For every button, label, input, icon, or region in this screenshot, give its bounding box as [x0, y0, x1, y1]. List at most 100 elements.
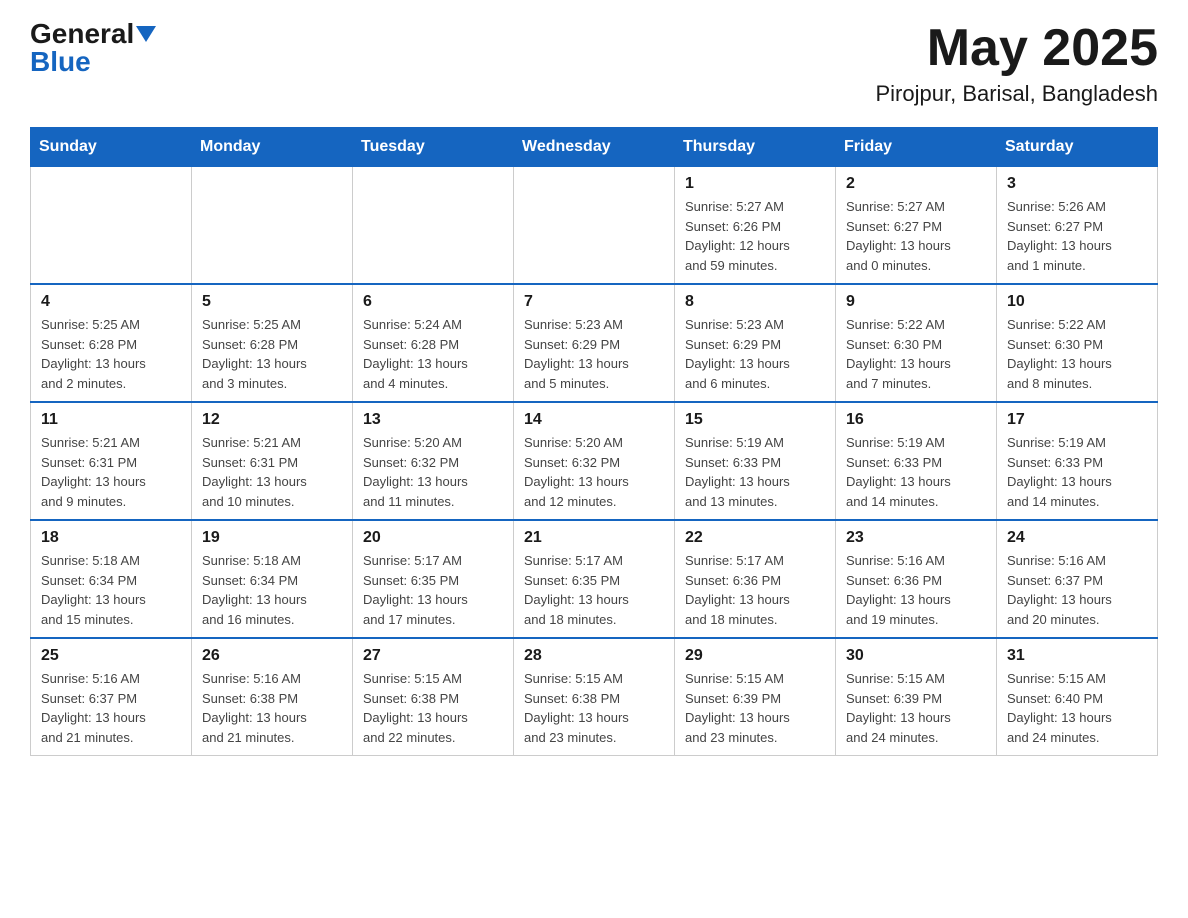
- day-info: Sunrise: 5:16 AM Sunset: 6:37 PM Dayligh…: [1007, 551, 1147, 629]
- day-number: 24: [1007, 529, 1147, 547]
- calendar-cell: 12Sunrise: 5:21 AM Sunset: 6:31 PM Dayli…: [192, 402, 353, 520]
- calendar-cell: [353, 167, 514, 285]
- day-info: Sunrise: 5:16 AM Sunset: 6:36 PM Dayligh…: [846, 551, 986, 629]
- col-friday: Friday: [836, 128, 997, 167]
- day-number: 3: [1007, 175, 1147, 193]
- calendar-cell: 10 Sunrise: 5:22 AM Sunset: 6:30 PM Dayli…: [997, 284, 1158, 402]
- day-number: 14: [524, 411, 664, 429]
- page-header: General Blue May 2025 Pirojpur, Barisal,…: [30, 20, 1158, 107]
- day-info: Sunrise: 5:20 AM Sunset: 6:32 PM Dayligh…: [524, 433, 664, 511]
- logo-general-text: General: [30, 20, 134, 48]
- day-info: Sunrise: 5:19 AM Sunset: 6:33 PM Dayligh…: [685, 433, 825, 511]
- day-number: 30: [846, 647, 986, 665]
- day-info: Sunrise: 5:17 AM Sunset: 6:36 PM Dayligh…: [685, 551, 825, 629]
- day-number: 29: [685, 647, 825, 665]
- day-info: Sunrise: 5:15 AM Sunset: 6:39 PM Dayligh…: [685, 669, 825, 747]
- calendar-cell: 3 Sunrise: 5:26 AM Sunset: 6:27 PM Daylig…: [997, 167, 1158, 285]
- day-info: Sunrise: 5:27 AM Sunset: 6:27 PM Dayligh…: [846, 197, 986, 275]
- calendar-cell: 17 Sunrise: 5:19 AM Sunset: 6:33 PM Dayli…: [997, 402, 1158, 520]
- col-sunday: Sunday: [31, 128, 192, 167]
- calendar-cell: 27Sunrise: 5:15 AM Sunset: 6:38 PM Dayli…: [353, 638, 514, 756]
- calendar-cell: [192, 167, 353, 285]
- col-wednesday: Wednesday: [514, 128, 675, 167]
- calendar-cell: 18 Sunrise: 5:18 AM Sunset: 6:34 PM Dayli…: [31, 520, 192, 638]
- day-info: Sunrise: 5:19 AM Sunset: 6:33 PM Dayligh…: [846, 433, 986, 511]
- day-info: Sunrise: 5:19 AM Sunset: 6:33 PM Dayligh…: [1007, 433, 1147, 511]
- calendar-cell: 5 Sunrise: 5:25 AM Sunset: 6:28 PM Daylig…: [192, 284, 353, 402]
- calendar-cell: 8 Sunrise: 5:23 AM Sunset: 6:29 PM Daylig…: [675, 284, 836, 402]
- day-info: Sunrise: 5:24 AM Sunset: 6:28 PM Dayligh…: [363, 315, 503, 393]
- day-number: 1: [685, 175, 825, 193]
- calendar-week-row: 11 Sunrise: 5:21 AM Sunset: 6:31 PM Dayli…: [31, 402, 1158, 520]
- calendar-cell: 1 Sunrise: 5:27 AM Sunset: 6:26 PM Daylig…: [675, 167, 836, 285]
- day-number: 8: [685, 293, 825, 311]
- day-number: 22: [685, 529, 825, 547]
- day-number: 27: [363, 647, 503, 665]
- logo-blue-text: Blue: [30, 46, 91, 77]
- calendar-cell: 14 Sunrise: 5:20 AM Sunset: 6:32 PM Dayli…: [514, 402, 675, 520]
- day-number: 18: [41, 529, 181, 547]
- calendar-cell: 13 Sunrise: 5:20 AM Sunset: 6:32 PM Dayli…: [353, 402, 514, 520]
- calendar-cell: [31, 167, 192, 285]
- day-number: 28: [524, 647, 664, 665]
- day-number: 16: [846, 411, 986, 429]
- calendar-cell: 19Sunrise: 5:18 AM Sunset: 6:34 PM Dayli…: [192, 520, 353, 638]
- calendar-cell: 26Sunrise: 5:16 AM Sunset: 6:38 PM Dayli…: [192, 638, 353, 756]
- day-number: 2: [846, 175, 986, 193]
- day-info: Sunrise: 5:18 AM Sunset: 6:34 PM Dayligh…: [202, 551, 342, 629]
- day-info: Sunrise: 5:16 AM Sunset: 6:37 PM Dayligh…: [41, 669, 181, 747]
- day-number: 17: [1007, 411, 1147, 429]
- calendar-cell: 28 Sunrise: 5:15 AM Sunset: 6:38 PM Dayli…: [514, 638, 675, 756]
- day-number: 10: [1007, 293, 1147, 311]
- day-info: Sunrise: 5:23 AM Sunset: 6:29 PM Dayligh…: [685, 315, 825, 393]
- calendar-cell: 11 Sunrise: 5:21 AM Sunset: 6:31 PM Dayli…: [31, 402, 192, 520]
- day-number: 7: [524, 293, 664, 311]
- title-area: May 2025 Pirojpur, Barisal, Bangladesh: [876, 20, 1159, 107]
- day-number: 5: [202, 293, 342, 311]
- day-info: Sunrise: 5:15 AM Sunset: 6:39 PM Dayligh…: [846, 669, 986, 747]
- calendar-cell: 20Sunrise: 5:17 AM Sunset: 6:35 PM Dayli…: [353, 520, 514, 638]
- day-info: Sunrise: 5:15 AM Sunset: 6:38 PM Dayligh…: [524, 669, 664, 747]
- day-number: 21: [524, 529, 664, 547]
- location-text: Pirojpur, Barisal, Bangladesh: [876, 81, 1159, 107]
- col-saturday: Saturday: [997, 128, 1158, 167]
- day-info: Sunrise: 5:20 AM Sunset: 6:32 PM Dayligh…: [363, 433, 503, 511]
- calendar-table: Sunday Monday Tuesday Wednesday Thursday…: [30, 127, 1158, 756]
- day-number: 6: [363, 293, 503, 311]
- day-info: Sunrise: 5:18 AM Sunset: 6:34 PM Dayligh…: [41, 551, 181, 629]
- day-info: Sunrise: 5:15 AM Sunset: 6:40 PM Dayligh…: [1007, 669, 1147, 747]
- calendar-week-row: 25Sunrise: 5:16 AM Sunset: 6:37 PM Dayli…: [31, 638, 1158, 756]
- logo-triangle-icon: [136, 26, 156, 42]
- day-number: 11: [41, 411, 181, 429]
- day-info: Sunrise: 5:17 AM Sunset: 6:35 PM Dayligh…: [524, 551, 664, 629]
- logo: General Blue: [30, 20, 156, 76]
- calendar-cell: 31Sunrise: 5:15 AM Sunset: 6:40 PM Dayli…: [997, 638, 1158, 756]
- day-number: 13: [363, 411, 503, 429]
- day-number: 20: [363, 529, 503, 547]
- calendar-cell: 16 Sunrise: 5:19 AM Sunset: 6:33 PM Dayli…: [836, 402, 997, 520]
- calendar-cell: 22 Sunrise: 5:17 AM Sunset: 6:36 PM Dayli…: [675, 520, 836, 638]
- day-info: Sunrise: 5:27 AM Sunset: 6:26 PM Dayligh…: [685, 197, 825, 275]
- calendar-cell: 2 Sunrise: 5:27 AM Sunset: 6:27 PM Daylig…: [836, 167, 997, 285]
- day-info: Sunrise: 5:25 AM Sunset: 6:28 PM Dayligh…: [41, 315, 181, 393]
- day-info: Sunrise: 5:16 AM Sunset: 6:38 PM Dayligh…: [202, 669, 342, 747]
- day-number: 15: [685, 411, 825, 429]
- col-monday: Monday: [192, 128, 353, 167]
- day-number: 12: [202, 411, 342, 429]
- calendar-cell: 21 Sunrise: 5:17 AM Sunset: 6:35 PM Dayli…: [514, 520, 675, 638]
- month-title: May 2025: [876, 20, 1159, 77]
- calendar-header-row: Sunday Monday Tuesday Wednesday Thursday…: [31, 128, 1158, 167]
- col-tuesday: Tuesday: [353, 128, 514, 167]
- day-info: Sunrise: 5:25 AM Sunset: 6:28 PM Dayligh…: [202, 315, 342, 393]
- calendar-cell: 23 Sunrise: 5:16 AM Sunset: 6:36 PM Dayli…: [836, 520, 997, 638]
- calendar-cell: 25Sunrise: 5:16 AM Sunset: 6:37 PM Dayli…: [31, 638, 192, 756]
- day-info: Sunrise: 5:22 AM Sunset: 6:30 PM Dayligh…: [1007, 315, 1147, 393]
- calendar-week-row: 18 Sunrise: 5:18 AM Sunset: 6:34 PM Dayli…: [31, 520, 1158, 638]
- day-info: Sunrise: 5:22 AM Sunset: 6:30 PM Dayligh…: [846, 315, 986, 393]
- col-thursday: Thursday: [675, 128, 836, 167]
- calendar-cell: 7Sunrise: 5:23 AM Sunset: 6:29 PM Daylig…: [514, 284, 675, 402]
- day-number: 23: [846, 529, 986, 547]
- day-info: Sunrise: 5:26 AM Sunset: 6:27 PM Dayligh…: [1007, 197, 1147, 275]
- calendar-cell: 29 Sunrise: 5:15 AM Sunset: 6:39 PM Dayli…: [675, 638, 836, 756]
- day-info: Sunrise: 5:21 AM Sunset: 6:31 PM Dayligh…: [41, 433, 181, 511]
